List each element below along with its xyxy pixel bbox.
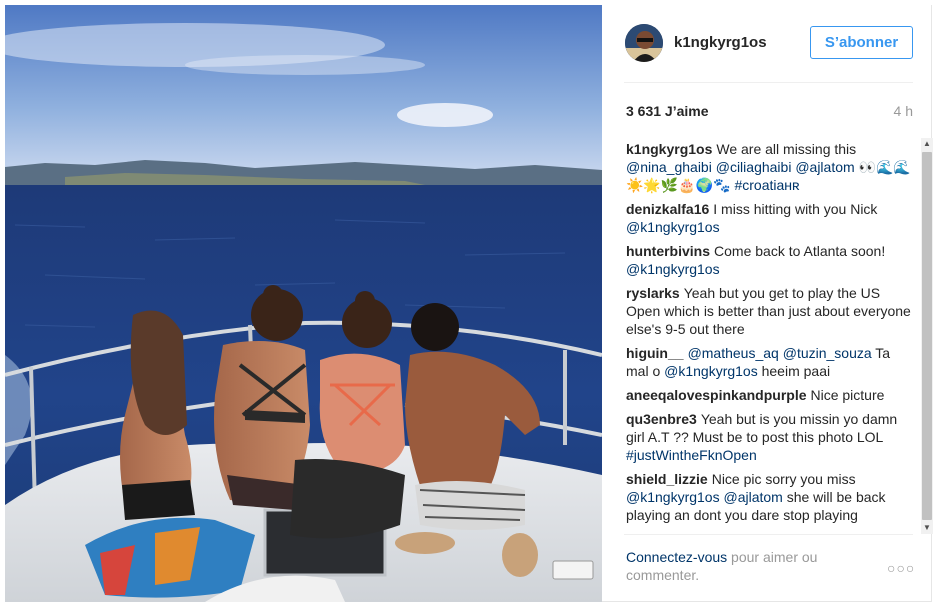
post-timestamp[interactable]: 4 h <box>894 103 913 119</box>
comment-item: aneeqalovespinkandpurple Nice picture <box>626 386 913 404</box>
profile-photo-icon <box>625 24 663 62</box>
comment-author-link[interactable]: hunterbivins <box>626 243 710 259</box>
comment-text: We are all missing this <box>716 141 857 157</box>
follow-button[interactable]: S’abonner <box>810 26 913 59</box>
mention-link[interactable]: @ciliaghaibi <box>716 159 792 175</box>
mention-link[interactable]: @k1ngkyrg1os <box>626 219 720 235</box>
hashtag-link[interactable]: #justWintheFknOpen <box>626 447 757 463</box>
comments-list: k1ngkyrg1os We are all missing this @nina… <box>626 140 913 532</box>
divider <box>624 82 913 83</box>
comment-item: hunterbivins Come back to Atlanta soon! @… <box>626 242 913 278</box>
login-link[interactable]: Connectez-vous <box>626 549 727 565</box>
comment-item: higuin__ @matheus_aq @tuzin_souza Ta mal … <box>626 344 913 380</box>
comment-item: qu3enbre3 Yeah but is you missin yo damn … <box>626 410 913 464</box>
scroll-up-arrow-icon[interactable]: ▲ <box>921 138 933 150</box>
boat-sea-photo <box>5 5 602 602</box>
mention-link[interactable]: @k1ngkyrg1os <box>626 489 720 505</box>
more-options-icon[interactable]: ○○○ <box>887 560 914 576</box>
comment-text: heeim paai <box>757 363 831 379</box>
comment-text: Nice picture <box>810 387 885 403</box>
post-photo[interactable] <box>5 5 602 602</box>
comment-author-link[interactable]: shield_lizzie <box>626 471 708 487</box>
instagram-post: k1ngkyrg1os S’abonner 3 631 J’aime 4 h k… <box>0 0 937 606</box>
comment-item: shield_lizzie Nice pic sorry you miss @k1… <box>626 470 913 524</box>
mention-link[interactable]: @k1ngkyrg1os <box>664 363 758 379</box>
divider <box>624 534 913 535</box>
avatar[interactable] <box>625 24 663 62</box>
comment-text: I miss hitting with you Nick <box>713 201 878 217</box>
comment-author-link[interactable]: aneeqalovespinkandpurple <box>626 387 807 403</box>
mention-link[interactable]: @tuzin_souza <box>783 345 872 361</box>
comment-author-link[interactable]: qu3enbre3 <box>626 411 697 427</box>
comment-item: ryslarks Yeah but you get to play the US … <box>626 284 913 338</box>
username-link[interactable]: k1ngkyrg1os <box>674 34 767 51</box>
hashtag-link[interactable]: #croatiaʜʀ <box>734 177 799 193</box>
comment-author-link[interactable]: denizkalfa16 <box>626 201 709 217</box>
likes-count[interactable]: 3 631 J’aime <box>626 103 709 119</box>
post-header: k1ngkyrg1os S’abonner <box>602 5 932 82</box>
mention-link[interactable]: @ajlatom <box>795 159 854 175</box>
comment-text: Come back to Atlanta soon! <box>714 243 886 259</box>
mention-link[interactable]: @nina_ghaibi <box>626 159 712 175</box>
comment-text: Nice pic sorry you miss <box>711 471 856 487</box>
post-stats: 3 631 J’aime 4 h <box>626 103 913 123</box>
comments-scrollbar[interactable]: ▲ ▼ <box>921 138 933 534</box>
post-footer: Connectez-vous pour aimer ou commenter. … <box>626 548 914 588</box>
comment-item: denizkalfa16 I miss hitting with you Nick… <box>626 200 913 236</box>
comment-item: k1ngkyrg1os We are all missing this @nina… <box>626 140 913 194</box>
comment-author-link[interactable]: ryslarks <box>626 285 680 301</box>
scroll-thumb[interactable] <box>922 152 932 520</box>
login-prompt: Connectez-vous pour aimer ou commenter. <box>626 548 856 584</box>
comment-author-link[interactable]: higuin__ <box>626 345 684 361</box>
mention-link[interactable]: @ajlatom <box>723 489 782 505</box>
mention-link[interactable]: @matheus_aq <box>688 345 779 361</box>
comment-author-link[interactable]: k1ngkyrg1os <box>626 141 712 157</box>
post-sidebar: k1ngkyrg1os S’abonner 3 631 J’aime 4 h k… <box>602 5 933 602</box>
scroll-down-arrow-icon[interactable]: ▼ <box>921 522 933 534</box>
mention-link[interactable]: @k1ngkyrg1os <box>626 261 720 277</box>
